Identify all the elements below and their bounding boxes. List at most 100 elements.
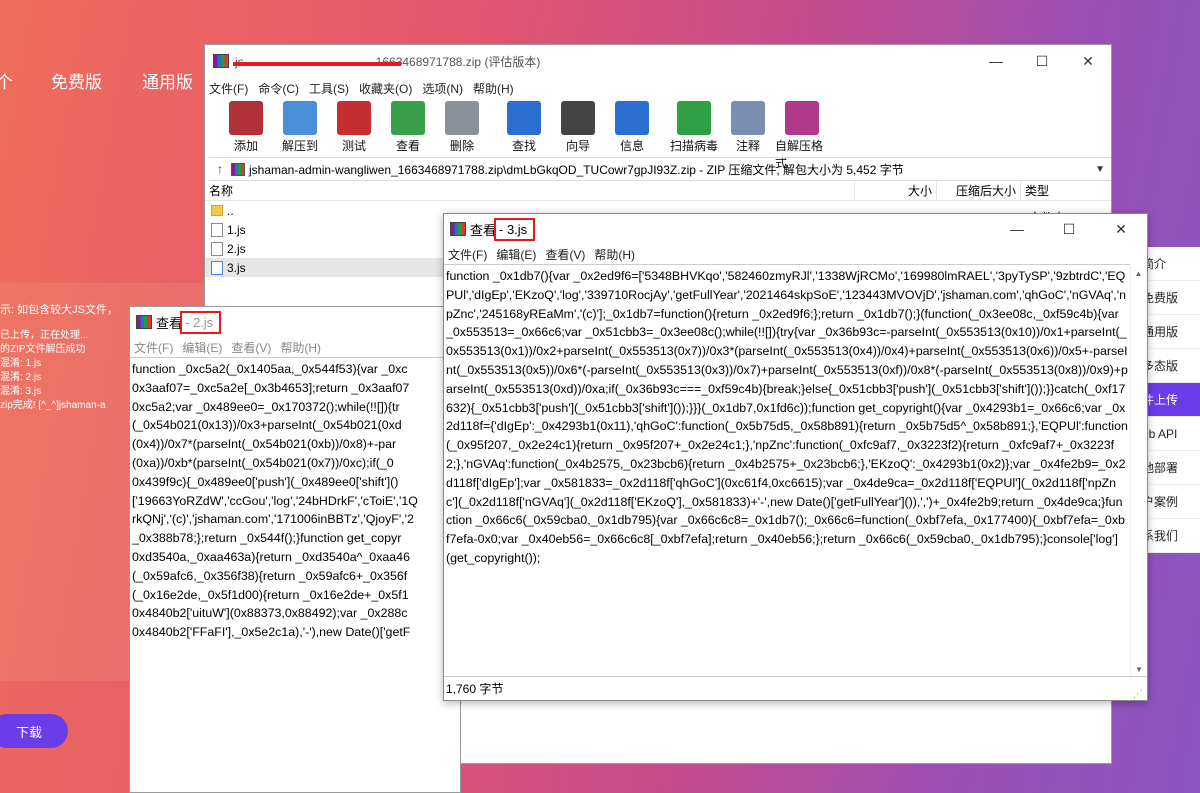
virus-scan-icon	[677, 101, 711, 135]
viewer-titlebar[interactable]: 查看 - 3.js — ☐ ✕	[444, 214, 1147, 244]
close-button[interactable]: ✕	[1065, 45, 1111, 77]
bg-upload-hint: 示: 如包含较大JS文件，	[0, 304, 118, 316]
menu-view[interactable]: 查看(V)	[545, 246, 585, 263]
menu-edit[interactable]: 编辑(E)	[182, 339, 222, 356]
vertical-scrollbar[interactable]: ▲ ▼	[1130, 266, 1146, 678]
redaction-line	[233, 62, 401, 66]
bg-nav-free-version[interactable]: 免费版	[51, 68, 102, 93]
winrar-toolbar: 添加 解压到 测试 查看 删除 查找 向导 信息 扫描病毒 注释 自解压格式	[205, 99, 1111, 170]
viewer-filename: - 2.js	[180, 310, 222, 334]
view-book-icon	[391, 101, 425, 135]
toolbar-label: 向导	[565, 139, 590, 153]
maximize-button[interactable]: ☐	[1019, 45, 1065, 77]
status-bar: 1,760 字节 ⋰	[444, 676, 1147, 700]
bg-nav-general-version[interactable]: 通用版	[142, 68, 193, 93]
column-size[interactable]: 大小	[855, 181, 937, 200]
code-line: 0x4840b2['uituW'](0x88373,0x88492);var _…	[132, 606, 408, 621]
log-line: zip完成! [^_^]jshaman-a	[0, 400, 106, 411]
winrar-titlebar[interactable]: js1663468971788.zip (评估版本) — ☐ ✕	[205, 45, 1111, 77]
code-line: (0x4))/0x7*(parseInt(_0x54b021(0xb))/0x8…	[132, 437, 397, 452]
bg-nav-item-1[interactable]: 个	[0, 68, 13, 93]
column-type[interactable]: 类型	[1021, 181, 1049, 200]
maximize-button[interactable]: ☐	[1043, 214, 1095, 244]
log-line: 的ZIP文件解压成功	[0, 344, 86, 355]
viewer-filename: - 3.js	[494, 217, 536, 241]
menu-tools[interactable]: 工具(S)	[309, 80, 349, 97]
menu-file[interactable]: 文件(F)	[209, 80, 248, 97]
winrar-app-icon	[450, 222, 466, 236]
info-icon	[615, 101, 649, 135]
file-icon	[211, 222, 223, 237]
toolbar-button-6[interactable]: 查找	[497, 99, 551, 154]
toolbar-button-9[interactable]: 扫描病毒	[667, 99, 721, 154]
download-button[interactable]: 下载	[0, 714, 68, 748]
code-line: 0x439f9c){_0x489ee0['push'](_0x489ee0['s…	[132, 474, 399, 489]
find-magnifier-icon	[507, 101, 541, 135]
toolbar-button-8[interactable]: 信息	[605, 99, 659, 154]
toolbar-button-10[interactable]: 注释	[721, 99, 775, 154]
viewer-titlebar[interactable]: 查看 - 2.js	[130, 307, 460, 337]
toolbar-button-1[interactable]: 添加	[219, 99, 273, 154]
toolbar-button-4[interactable]: 查看	[381, 99, 435, 154]
viewer-text-area[interactable]: function _0x1db7(){var _0x2ed9f6=['5348B…	[444, 264, 1130, 676]
viewer-title: 查看	[470, 222, 497, 238]
log-line: 混淆: 2.js	[0, 372, 42, 383]
comment-icon	[731, 101, 765, 135]
toolbar-label: 删除	[449, 139, 474, 153]
code-line: 0x3aaf07=_0xc5a2e[_0x3b4653];return _0x3…	[132, 380, 410, 395]
file-size-status: 1,760 字节	[446, 682, 504, 696]
viewer-window-2js: 查看 - 2.js 文件(F) 编辑(E) 查看(V) 帮助(H) functi…	[129, 306, 461, 793]
minimize-button[interactable]: —	[973, 45, 1019, 77]
code-line: function _0xc5a2(_0x1405aa,_0x544f53){va…	[132, 362, 408, 376]
viewer-menubar: 文件(F) 编辑(E) 查看(V) 帮助(H)	[130, 337, 460, 357]
code-line: 0xc5a2;var _0x489ee0=_0x170372();while(!…	[132, 399, 400, 414]
toolbar-label: 扫描病毒	[669, 139, 718, 153]
viewer-text-area[interactable]: function _0xc5a2(_0x1405aa,_0x544f53){va…	[130, 357, 460, 793]
resize-grip-icon[interactable]: ⋰	[1133, 683, 1143, 707]
toolbar-label: 查看	[395, 139, 420, 153]
toolbar-label: 解压到	[281, 139, 318, 153]
toolbar-button-5[interactable]: 删除	[435, 99, 489, 154]
sfx-archive-icon	[785, 101, 819, 135]
code-line: ['19663YoRZdW','ccGou','log','24bHDrkF',…	[132, 493, 418, 508]
code-line: rkQNj','(c)','jshaman.com','171006inBBTz…	[132, 512, 414, 527]
path-bar[interactable]: ↑ jshaman-admin-wangliwen_1663468971788.…	[209, 157, 1111, 181]
up-arrow-icon[interactable]: ↑	[209, 162, 231, 176]
menu-help[interactable]: 帮助(H)	[280, 339, 321, 356]
menu-options[interactable]: 选项(N)	[422, 80, 463, 97]
menu-favorites[interactable]: 收藏夹(O)	[359, 80, 412, 97]
test-clipboard-icon	[337, 101, 371, 135]
winrar-app-icon	[136, 315, 152, 329]
log-line: 混淆: 1.js	[0, 358, 42, 369]
menu-view[interactable]: 查看(V)	[231, 339, 271, 356]
close-button[interactable]: ✕	[1095, 214, 1147, 244]
menu-help[interactable]: 帮助(H)	[473, 80, 514, 97]
toolbar-button-3[interactable]: 测试	[327, 99, 381, 154]
file-icon	[211, 241, 223, 256]
log-line: 混淆: 3.js	[0, 386, 42, 397]
scroll-up-icon[interactable]: ▲	[1131, 266, 1146, 282]
log-line: 已上传，正在处理...	[0, 330, 89, 341]
code-line: _0x388b78;};return _0x544f();}function g…	[132, 531, 402, 546]
menu-commands[interactable]: 命令(C)	[258, 80, 299, 97]
menu-edit[interactable]: 编辑(E)	[496, 246, 536, 263]
menu-file[interactable]: 文件(F)	[134, 339, 173, 356]
menu-file[interactable]: 文件(F)	[448, 246, 487, 263]
column-compressed-size[interactable]: 压缩后大小	[937, 181, 1021, 200]
menu-help[interactable]: 帮助(H)	[594, 246, 635, 263]
viewer-title: 查看	[156, 315, 183, 331]
chevron-down-icon[interactable]: ▼	[1095, 164, 1105, 175]
file-name: 3.js	[227, 260, 246, 275]
archive-icon	[231, 162, 245, 176]
column-name[interactable]: 名称	[205, 181, 855, 200]
toolbar-button-2[interactable]: 解压到	[273, 99, 327, 154]
delete-trash-icon	[445, 101, 479, 135]
winrar-app-icon	[213, 54, 229, 68]
add-archive-icon	[229, 101, 263, 135]
extract-folder-icon	[283, 101, 317, 135]
toolbar-label: 添加	[233, 139, 258, 153]
wizard-wand-icon	[561, 101, 595, 135]
toolbar-button-7[interactable]: 向导	[551, 99, 605, 154]
minimize-button[interactable]: —	[991, 214, 1043, 244]
winrar-menubar: 文件(F) 命令(C) 工具(S) 收藏夹(O) 选项(N) 帮助(H)	[205, 77, 1111, 99]
